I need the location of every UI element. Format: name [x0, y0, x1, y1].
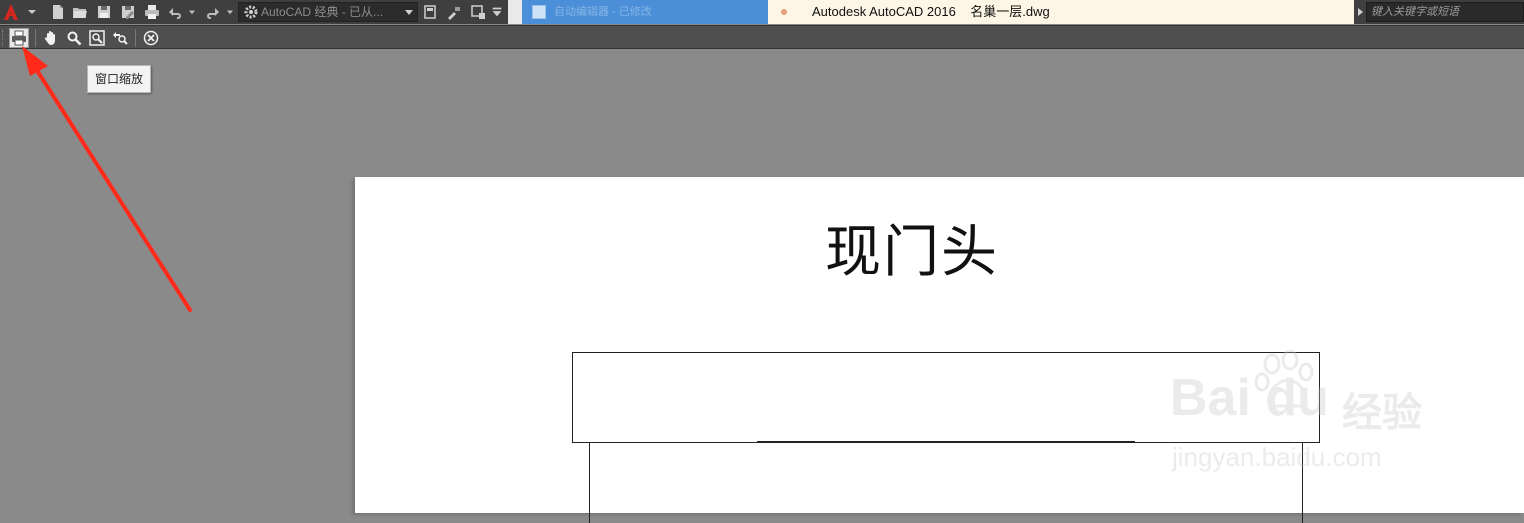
- close-circle-icon: [143, 30, 159, 46]
- baidu-watermark: Bai du 经验 jingyan.baidu.com: [1170, 350, 1450, 480]
- toolbar-separator: [135, 29, 136, 47]
- redo-dropdown[interactable]: [224, 2, 236, 22]
- open-folder-icon: [73, 8, 87, 18]
- zoom-previous-button[interactable]: [110, 28, 130, 48]
- watermark-logo-text: Bai du: [1170, 369, 1329, 427]
- new-file-icon: [53, 5, 63, 19]
- save-as-icon: [122, 6, 134, 19]
- undo-icon: [169, 8, 181, 19]
- zoom-window-icon: [89, 30, 105, 46]
- chevron-down-icon: [405, 10, 413, 15]
- undo-dropdown[interactable]: [186, 2, 198, 22]
- printer-icon: [145, 5, 159, 19]
- drawing-title: 现门头: [825, 220, 999, 285]
- chevron-down-icon: [492, 7, 502, 17]
- close-preview-button[interactable]: [141, 28, 161, 48]
- block-editor-button[interactable]: [468, 2, 488, 22]
- quick-access-customize[interactable]: [490, 2, 504, 22]
- background-window-titlebar: 自动编辑器 - 已修改: [522, 0, 770, 24]
- pan-button[interactable]: [41, 28, 61, 48]
- print-button[interactable]: [9, 28, 29, 48]
- plot-preview-toolbar: [0, 25, 1524, 49]
- search-box[interactable]: [1366, 2, 1524, 22]
- gear-icon: [244, 5, 258, 19]
- autocad-logo-icon: [4, 4, 36, 20]
- new-file-button[interactable]: [48, 2, 68, 22]
- watermark-url: jingyan.baidu.com: [1172, 442, 1382, 472]
- redo-button[interactable]: [202, 2, 222, 22]
- zoom-previous-icon: [113, 32, 128, 45]
- search-input[interactable]: [1371, 3, 1521, 21]
- chevron-down-icon: [189, 10, 195, 15]
- save-as-button[interactable]: [118, 2, 138, 22]
- layer-properties-button[interactable]: [420, 2, 440, 22]
- zoom-window-tooltip: 窗口缩放: [87, 65, 152, 93]
- open-file-button[interactable]: [70, 2, 90, 22]
- toolbar-separator: [35, 29, 36, 47]
- hand-icon: [44, 31, 55, 45]
- chevron-right-icon[interactable]: [1356, 6, 1364, 18]
- workspace-switcher[interactable]: AutoCAD 经典 - 已从...: [238, 2, 418, 22]
- redo-icon: [207, 8, 219, 19]
- autocad-logo-button[interactable]: [2, 2, 40, 22]
- workspace-label: AutoCAD 经典 - 已从...: [261, 5, 384, 19]
- zoom-window-button[interactable]: [87, 28, 107, 48]
- printer-icon: [12, 30, 26, 46]
- watermark-cn-text: 经验: [1342, 391, 1422, 435]
- match-properties-button[interactable]: [444, 2, 464, 22]
- save-button[interactable]: [94, 2, 114, 22]
- infocenter-search: [1354, 0, 1524, 24]
- chevron-down-icon: [227, 10, 233, 15]
- window-title-area: Autodesk AutoCAD 2016 名巢一层.dwg: [768, 0, 1354, 24]
- app-dot-icon: [781, 9, 787, 15]
- title-bar: AutoCAD 经典 - 已从... 自动编辑器 - 已修改 Autodesk …: [0, 0, 1524, 24]
- plot-button[interactable]: [142, 2, 162, 22]
- zoom-realtime-button[interactable]: [64, 28, 84, 48]
- app-window-icon: [532, 5, 546, 19]
- undo-button[interactable]: [166, 2, 186, 22]
- block-icon: [471, 5, 485, 19]
- toolbar-grip[interactable]: [2, 30, 6, 46]
- background-window-tab[interactable]: 自动编辑器 - 已修改: [508, 0, 770, 24]
- background-window-text: 自动编辑器 - 已修改: [554, 6, 652, 18]
- window-title: Autodesk AutoCAD 2016 名巢一层.dwg: [812, 4, 1050, 19]
- save-icon: [98, 6, 110, 18]
- layer-icon: [424, 5, 436, 19]
- brush-icon: [448, 7, 460, 20]
- magnifier-icon: [67, 31, 82, 46]
